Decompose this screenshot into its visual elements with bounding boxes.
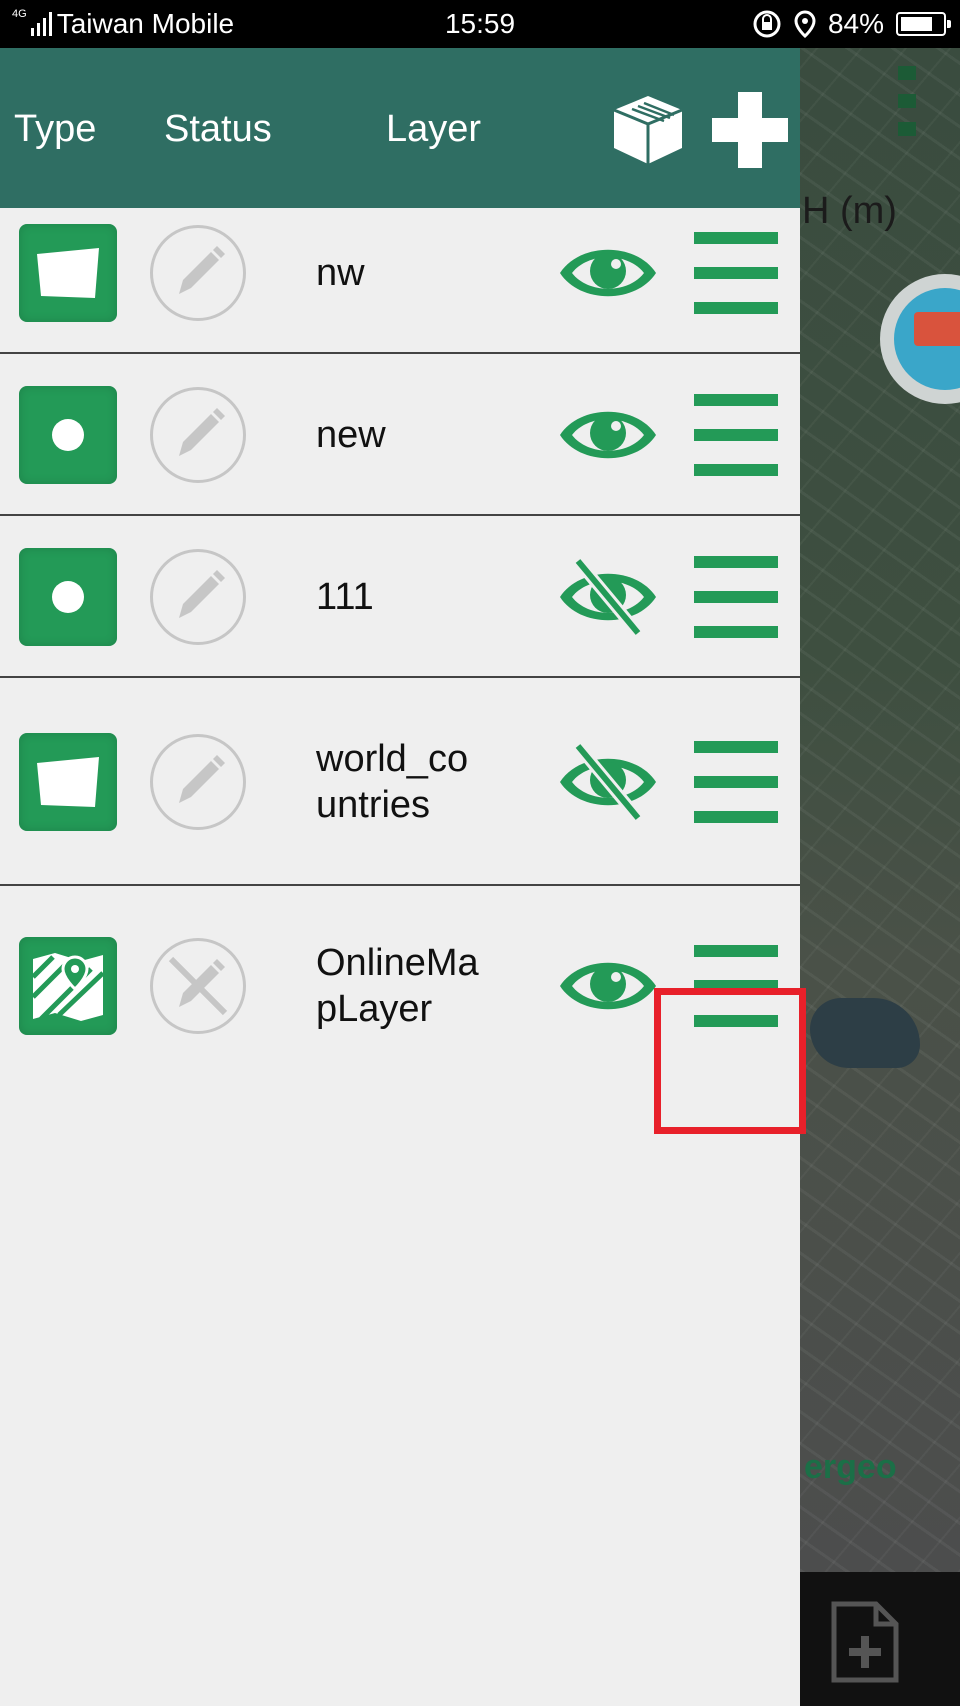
layer-edit-status-button[interactable] [150, 734, 246, 830]
point-layer-icon [52, 419, 84, 451]
layer-menu-handle[interactable] [694, 232, 778, 314]
layer-panel-header: Type Status Layer [0, 48, 800, 208]
layer-type-button[interactable] [19, 548, 117, 646]
overflow-menu-icon[interactable] [898, 66, 916, 150]
layer-edit-status-button[interactable] [150, 225, 246, 321]
layer-edit-status-button[interactable] [150, 938, 246, 1034]
layer-name: OnlineMa pLayer [316, 942, 479, 1030]
map-lake [810, 998, 920, 1068]
pencil-icon [179, 246, 225, 294]
layer-visibility-toggle[interactable] [556, 238, 660, 308]
point-layer-icon [52, 581, 84, 613]
layer-row[interactable]: world_co untries [0, 678, 800, 886]
layer-row[interactable]: 111 [0, 516, 800, 678]
pencil-icon [179, 755, 225, 803]
layer-edit-status-button[interactable] [150, 549, 246, 645]
eye-icon [560, 249, 656, 297]
layer-edit-status-button[interactable] [150, 387, 246, 483]
layer-row[interactable]: new [0, 354, 800, 516]
status-bar: 4G Taiwan Mobile 15:59 84% [0, 0, 960, 48]
layer-visibility-toggle[interactable] [556, 740, 660, 822]
online-map-layer-icon [31, 953, 105, 1021]
column-type: Type [14, 108, 97, 150]
layer-panel: Type Status Layer nw new 111 world_co untri… [0, 48, 806, 1706]
layer-type-button[interactable] [19, 937, 117, 1035]
layer-row[interactable]: nw [0, 192, 800, 354]
highlight-box [654, 988, 806, 1134]
location-icon [794, 10, 816, 38]
layer-type-button[interactable] [19, 733, 117, 831]
layer-type-button[interactable] [19, 386, 117, 484]
layer-menu-handle[interactable] [694, 394, 778, 476]
toolbox-button[interactable] [880, 274, 960, 404]
column-layer: Layer [386, 108, 482, 150]
bottom-bar [800, 1572, 960, 1706]
eye-icon [560, 962, 656, 1010]
eye-icon [560, 411, 656, 459]
status-right: 84% [752, 8, 951, 40]
layer-type-button[interactable] [19, 224, 117, 322]
eye-off-icon [560, 557, 656, 637]
pencil-icon [179, 408, 225, 456]
layer-name: new [316, 414, 386, 456]
pencil-disabled-icon [168, 956, 228, 1016]
pencil-icon [179, 570, 225, 618]
battery-percent: 84% [827, 8, 884, 39]
map-axis-label: H (m) [802, 190, 897, 232]
layer-visibility-toggle[interactable] [556, 400, 660, 470]
column-status: Status [164, 108, 272, 150]
layer-name: world_co untries [316, 738, 469, 826]
layer-visibility-toggle[interactable] [556, 951, 660, 1021]
battery-icon [896, 12, 951, 36]
polygon-layer-icon [37, 248, 99, 298]
toolbox-icon [914, 312, 960, 346]
layer-name: 111 [316, 576, 374, 618]
layer-name: nw [316, 252, 365, 294]
new-document-icon[interactable] [830, 1600, 900, 1684]
eye-off-icon [560, 742, 656, 822]
layer-menu-handle[interactable] [694, 741, 778, 823]
map-brand: ergeo [804, 1448, 897, 1486]
package-box-icon[interactable] [608, 90, 688, 170]
map-view[interactable]: H (m) ergeo [800, 48, 960, 1572]
layer-menu-handle[interactable] [694, 556, 778, 638]
layer-visibility-toggle[interactable] [556, 555, 660, 637]
rotation-lock-icon [753, 10, 781, 38]
add-layer-button[interactable] [712, 92, 788, 168]
polygon-layer-icon [37, 757, 99, 807]
